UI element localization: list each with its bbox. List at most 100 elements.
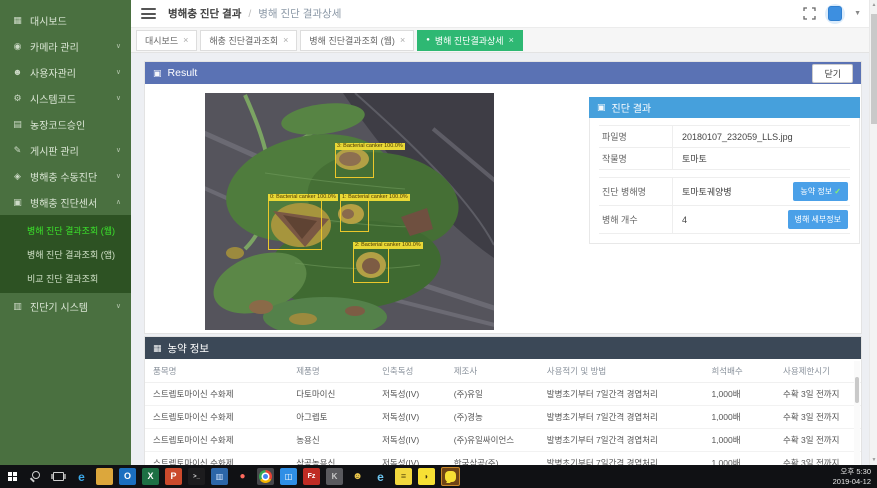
sidebar-item-camera-management[interactable]: ◉ 카메라 관리 ∨: [0, 33, 131, 59]
detection-label: 1: Bacterial canker 100.0%: [340, 194, 410, 201]
task-view-icon[interactable]: [50, 468, 67, 485]
column-header: 사용적기 및 방법: [539, 359, 704, 383]
file-name-label: 파일명: [599, 126, 673, 147]
sidebar-item-diagnosis-device-system[interactable]: ▥ 진단기 시스템 ∨: [0, 293, 131, 319]
sidebar-item-label: 대시보드: [30, 13, 121, 28]
close-icon[interactable]: ×: [183, 36, 188, 45]
certificate-key-icon[interactable]: K: [326, 468, 343, 485]
sidebar-subitem-compare-result[interactable]: 비교 진단 결과조회: [0, 266, 131, 290]
document-icon: ▤: [10, 119, 25, 130]
page-scrollbar-thumb[interactable]: [871, 14, 877, 124]
sidebar-item-label: 농장코드승인: [30, 117, 121, 132]
table-cell: 저독성(IV): [374, 429, 446, 452]
table-scrollbar-thumb[interactable]: [855, 377, 859, 403]
file-explorer-icon[interactable]: [96, 468, 113, 485]
table-row[interactable]: 스트렙토마이신 수화제아그렙토저독성(IV)(주)경농발병초기부터 7일간격 경…: [145, 406, 861, 429]
user-avatar[interactable]: [825, 4, 845, 24]
powerpoint-icon[interactable]: P: [165, 468, 182, 485]
chrome-icon[interactable]: [257, 468, 274, 485]
tab-disease-diagnosis-detail[interactable]: ● 병해 진단결과상세 ×: [417, 30, 523, 51]
tab-dashboard[interactable]: 대시보드 ×: [136, 30, 197, 51]
excel-icon[interactable]: X: [142, 468, 159, 485]
disease-detail-button[interactable]: 병해 세부정보: [788, 210, 848, 229]
sidebar-item-pest-manual-diagnosis[interactable]: ◈ 병해충 수동진단 ∨: [0, 163, 131, 189]
table-cell: (주)경농: [446, 406, 539, 429]
device-icon: ▥: [10, 301, 25, 312]
blue-utility-icon[interactable]: ◫: [280, 468, 297, 485]
topbar: 병해충 진단 결과 / 병해 진단 결과상세 ▼: [131, 0, 877, 28]
filezilla-icon[interactable]: Fz: [303, 468, 320, 485]
table-cell: 1,000배: [703, 452, 775, 466]
search-icon[interactable]: [27, 468, 44, 485]
fullscreen-icon[interactable]: [803, 7, 816, 20]
active-dot-icon: ●: [426, 37, 430, 43]
table-scrollbar[interactable]: [854, 361, 860, 464]
panel-icon: ▣: [597, 102, 606, 113]
sidebar-subitem-disease-result-app[interactable]: 병해 진단 결과조회 (앱): [0, 242, 131, 266]
table-header-row: 품목명 제품명 인축독성 제조사 사용적기 및 방법 희석배수 사용제한시기: [145, 359, 861, 383]
table-cell: 한국삼공(주): [446, 452, 539, 466]
terminal-icon[interactable]: >_: [188, 468, 205, 485]
table-row[interactable]: 스트렙토마이신 수화제삼공농용신저독성(IV)한국삼공(주)발병초기부터 7일간…: [145, 452, 861, 466]
sidebar-item-user-management[interactable]: ☻ 사용자관리 ∨: [0, 59, 131, 85]
check-icon: ✓: [834, 187, 841, 196]
users-icon: ☻: [10, 67, 25, 77]
table-cell: 수확 3일 전까지: [775, 406, 861, 429]
sidebar-item-farm-code-approval[interactable]: ▤ 농장코드승인: [0, 111, 131, 137]
disease-name-label: 진단 병해명: [599, 178, 673, 205]
tab-disease-diagnosis-results-web[interactable]: 병해 진단결과조회 (웹) ×: [300, 30, 414, 51]
sidebar-item-system-code[interactable]: ⚙ 시스템코드 ∨: [0, 85, 131, 111]
pc-security-icon[interactable]: ▥: [211, 468, 228, 485]
camera-icon: ◉: [10, 41, 25, 52]
chevron-down-icon: ∨: [116, 68, 121, 76]
table-row[interactable]: 스트렙토마이신 수화제다토마이신저독성(IV)(주)유일발병초기부터 7일간격 …: [145, 383, 861, 406]
internet-explorer-icon[interactable]: e: [372, 468, 389, 485]
table-cell: 발병초기부터 7일간격 경엽처리: [539, 429, 704, 452]
panel-icon: ▦: [153, 343, 162, 354]
table-cell: 아그렙토: [288, 406, 374, 429]
kakao-tile-icon[interactable]: ◗: [418, 468, 435, 485]
diagnosis-image: 3: Bacterial canker 100.0%0: Bacterial c…: [205, 93, 494, 330]
sidebar-item-label: 게시판 관리: [30, 143, 116, 158]
scroll-down-arrow-icon[interactable]: ▼: [870, 457, 877, 463]
file-name-row: 파일명 20180107_232059_LLS.jpg: [599, 125, 850, 148]
page-scrollbar[interactable]: ▲ ▼: [869, 0, 877, 465]
tab-insect-diagnosis-results[interactable]: 해충 진단결과조회 ×: [200, 30, 297, 51]
close-icon[interactable]: ×: [509, 36, 514, 45]
close-button[interactable]: 닫기: [812, 64, 853, 83]
table-cell: 저독성(IV): [374, 406, 446, 429]
taskbar-clock[interactable]: 오후 5:30 2019-04-12: [833, 467, 871, 487]
table-cell: 1,000배: [703, 406, 775, 429]
sidebar: ▦ 대시보드 ◉ 카메라 관리 ∨ ☻ 사용자관리 ∨ ⚙ 시스템코드 ∨ ▤ …: [0, 0, 131, 465]
crop-name-label: 작물명: [599, 148, 673, 169]
table-row[interactable]: 스트렙토마이신 수화제농용신저독성(IV)(주)유일싸이언스발병초기부터 7일간…: [145, 429, 861, 452]
scroll-up-arrow-icon[interactable]: ▲: [870, 2, 877, 8]
pesticide-table: 품목명 제품명 인축독성 제조사 사용적기 및 방법 희석배수 사용제한시기 스…: [145, 359, 861, 465]
sidebar-item-dashboard[interactable]: ▦ 대시보드: [0, 7, 131, 33]
sidebar-subitem-disease-result-web[interactable]: 병해 진단 결과조회 (웹): [0, 218, 131, 242]
chevron-down-icon[interactable]: ▼: [854, 10, 861, 17]
table-cell: 1,000배: [703, 383, 775, 406]
edge-icon[interactable]: e: [73, 468, 90, 485]
red-pill-antivirus-icon[interactable]: ●: [234, 468, 251, 485]
sidebar-item-pest-diagnosis-sensor[interactable]: ▣ 병해충 진단센서 ∧: [0, 189, 131, 215]
pesticide-info-button[interactable]: 농약 정보 ✓: [793, 182, 848, 201]
close-icon[interactable]: ×: [283, 36, 288, 45]
kakaotalk-icon[interactable]: [441, 467, 460, 486]
column-header: 인축독성: [374, 359, 446, 383]
diagnosis-panel-header: ▣ 진단 결과: [589, 97, 860, 118]
start-icon[interactable]: [4, 468, 21, 485]
crop-name-value: 토마토: [673, 148, 850, 169]
notes-yellow-icon[interactable]: ≡: [395, 468, 412, 485]
menu-toggle-button[interactable]: [141, 8, 156, 19]
sensor-icon: ▣: [10, 197, 25, 208]
close-icon[interactable]: ×: [400, 36, 405, 45]
chevron-down-icon: ∨: [116, 94, 121, 102]
diagnosis-panel-title: 진단 결과: [612, 100, 652, 115]
outlook-icon[interactable]: O: [119, 468, 136, 485]
sidebar-item-board-management[interactable]: ✎ 게시판 관리 ∨: [0, 137, 131, 163]
table-cell: 수확 3일 전까지: [775, 429, 861, 452]
chevron-up-icon: ∧: [116, 198, 121, 206]
detection-label: 2: Bacterial canker 100.0%: [353, 242, 423, 249]
messenger-person-icon[interactable]: ☻: [349, 468, 366, 485]
